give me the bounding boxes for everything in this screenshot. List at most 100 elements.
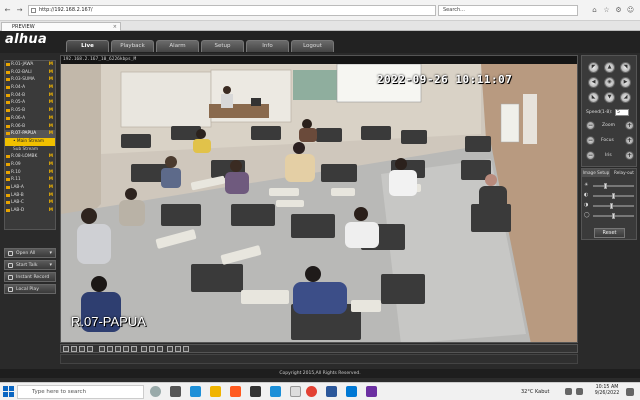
tab-alarm[interactable]: Alarm (156, 40, 199, 52)
weather-widget[interactable]: 32°C Kabut (521, 387, 550, 397)
main-stream-badge[interactable]: M (49, 130, 53, 138)
channel-item[interactable]: R.05-A M (5, 99, 55, 107)
layout-36-icon[interactable] (115, 346, 121, 352)
start-talk-button[interactable]: Start Talk ▾ (4, 260, 56, 270)
zoom-in-icon[interactable]: + (625, 121, 634, 130)
taskbar-search-input[interactable]: Type here to search (17, 385, 144, 399)
main-stream-badge[interactable]: M (49, 84, 53, 92)
app-icon[interactable] (250, 386, 261, 397)
iris-close-icon[interactable]: − (586, 151, 595, 160)
ptz-down-left-icon[interactable]: ◣ (588, 92, 599, 103)
focus-in-icon[interactable]: + (625, 136, 634, 145)
slider-thumb[interactable] (612, 213, 615, 219)
open-all-button[interactable]: Open All ▾ (4, 248, 56, 258)
instant-record-button[interactable]: Instant Record (4, 272, 56, 282)
focus-out-icon[interactable]: − (586, 136, 595, 145)
main-stream-badge[interactable]: M (49, 115, 53, 123)
contrast-slider[interactable]: ◐ (584, 193, 636, 199)
zoom-icon[interactable] (141, 346, 147, 352)
main-stream-badge[interactable]: M (49, 99, 53, 107)
slider-thumb[interactable] (610, 203, 614, 209)
main-stream-badge[interactable]: M (49, 107, 53, 115)
channel-item[interactable]: R.06-A M (5, 115, 55, 123)
ptz-auto-icon[interactable]: ◉ (604, 77, 615, 88)
previous-icon[interactable] (167, 346, 173, 352)
file-explorer-icon[interactable] (210, 386, 221, 397)
ptz-left-icon[interactable]: ◀ (588, 77, 599, 88)
channel-item[interactable]: LAB-B M (5, 192, 55, 200)
ptz-up-right-icon[interactable]: ◥ (620, 62, 631, 73)
tab-playback[interactable]: Playback (111, 40, 154, 52)
channel-item[interactable]: R.07-PAPUA M (5, 130, 55, 138)
main-stream-badge[interactable]: M (49, 199, 53, 207)
tab-live[interactable]: Live (66, 40, 109, 52)
onenote-icon[interactable] (366, 386, 377, 397)
tab-info[interactable]: Info (246, 40, 289, 52)
iris-open-icon[interactable]: + (625, 151, 634, 160)
channel-item[interactable]: R.01-JAWA M (5, 61, 55, 69)
slider-thumb[interactable] (604, 183, 608, 189)
audio-icon[interactable] (149, 346, 155, 352)
network-icon[interactable] (565, 388, 572, 395)
channel-item[interactable]: R.11 M (5, 176, 55, 184)
main-stream-badge[interactable]: M (49, 123, 53, 131)
main-stream-badge[interactable]: M (49, 161, 53, 169)
firefox-icon[interactable] (230, 386, 241, 397)
slider-thumb[interactable] (612, 193, 615, 199)
forward-icon[interactable]: → (15, 6, 24, 15)
saturation-slider[interactable]: ◑ (584, 203, 636, 209)
channel-item[interactable]: R.09 M (5, 161, 55, 169)
layout-9-icon[interactable] (79, 346, 85, 352)
main-stream-badge[interactable]: M (49, 207, 53, 215)
sub-stream-option[interactable]: Sub Stream (5, 146, 55, 154)
widgets-icon[interactable] (170, 386, 181, 397)
notepad-icon[interactable] (290, 386, 301, 397)
ptz-right-icon[interactable]: ▶ (620, 77, 631, 88)
clock[interactable]: 10:15 AM 9/26/2022 (592, 385, 622, 397)
tab-setup[interactable]: Setup (201, 40, 244, 52)
browser-tab[interactable]: PREVIEW × (1, 22, 121, 31)
record-icon[interactable] (131, 346, 137, 352)
chrome-icon[interactable] (306, 386, 317, 397)
hue-slider[interactable]: ◯ (584, 213, 636, 219)
layout-1-icon[interactable] (63, 346, 69, 352)
channel-item[interactable]: R.08-LOMBK M (5, 153, 55, 161)
windows-start-icon[interactable] (3, 386, 14, 397)
fullscreen-icon[interactable] (87, 346, 93, 352)
main-stream-option[interactable]: • Main Stream (5, 137, 55, 146)
channel-item[interactable]: R.04-A M (5, 84, 55, 92)
channel-item[interactable]: R.02-BALI M (5, 69, 55, 77)
main-stream-badge[interactable]: M (49, 69, 53, 77)
layout-16-icon[interactable] (99, 346, 105, 352)
back-icon[interactable]: ← (3, 6, 12, 15)
main-stream-badge[interactable]: M (49, 192, 53, 200)
channel-item[interactable]: R.03-SUMA M (5, 76, 55, 84)
speed-select[interactable]: 5 (615, 109, 629, 116)
main-stream-badge[interactable]: M (49, 61, 53, 69)
volume-icon[interactable] (576, 388, 583, 395)
channel-item[interactable]: LAB-C M (5, 199, 55, 207)
main-stream-badge[interactable]: M (49, 176, 53, 184)
channel-item[interactable]: LAB-A M (5, 184, 55, 192)
chevron-down-icon[interactable]: ▾ (49, 249, 52, 258)
next-icon[interactable] (175, 346, 181, 352)
channel-item[interactable]: R.05-B M (5, 107, 55, 115)
ptz-down-right-icon[interactable]: ◢ (620, 92, 631, 103)
reset-button[interactable]: Reset (594, 228, 625, 238)
main-stream-badge[interactable]: M (49, 169, 53, 177)
close-icon[interactable]: × (113, 23, 117, 31)
channel-item[interactable]: LAB-D M (5, 207, 55, 215)
layout-4-icon[interactable] (71, 346, 77, 352)
star-icon[interactable]: ☆ (602, 6, 611, 15)
tab-relay-out[interactable]: Relay-out (610, 169, 638, 177)
internet-explorer-icon[interactable] (270, 386, 281, 397)
word-icon[interactable] (326, 386, 337, 397)
outlook-icon[interactable] (346, 386, 357, 397)
brightness-slider[interactable]: ☀ (584, 183, 636, 189)
url-field[interactable]: http://192.168.2.167/ (28, 5, 436, 16)
tour-icon[interactable] (183, 346, 189, 352)
chevron-down-icon[interactable]: ▾ (49, 261, 52, 270)
smiley-icon[interactable]: ☺ (626, 6, 635, 15)
ptz-up-icon[interactable]: ▲ (604, 62, 615, 73)
tab-logout[interactable]: Logout (291, 40, 334, 52)
